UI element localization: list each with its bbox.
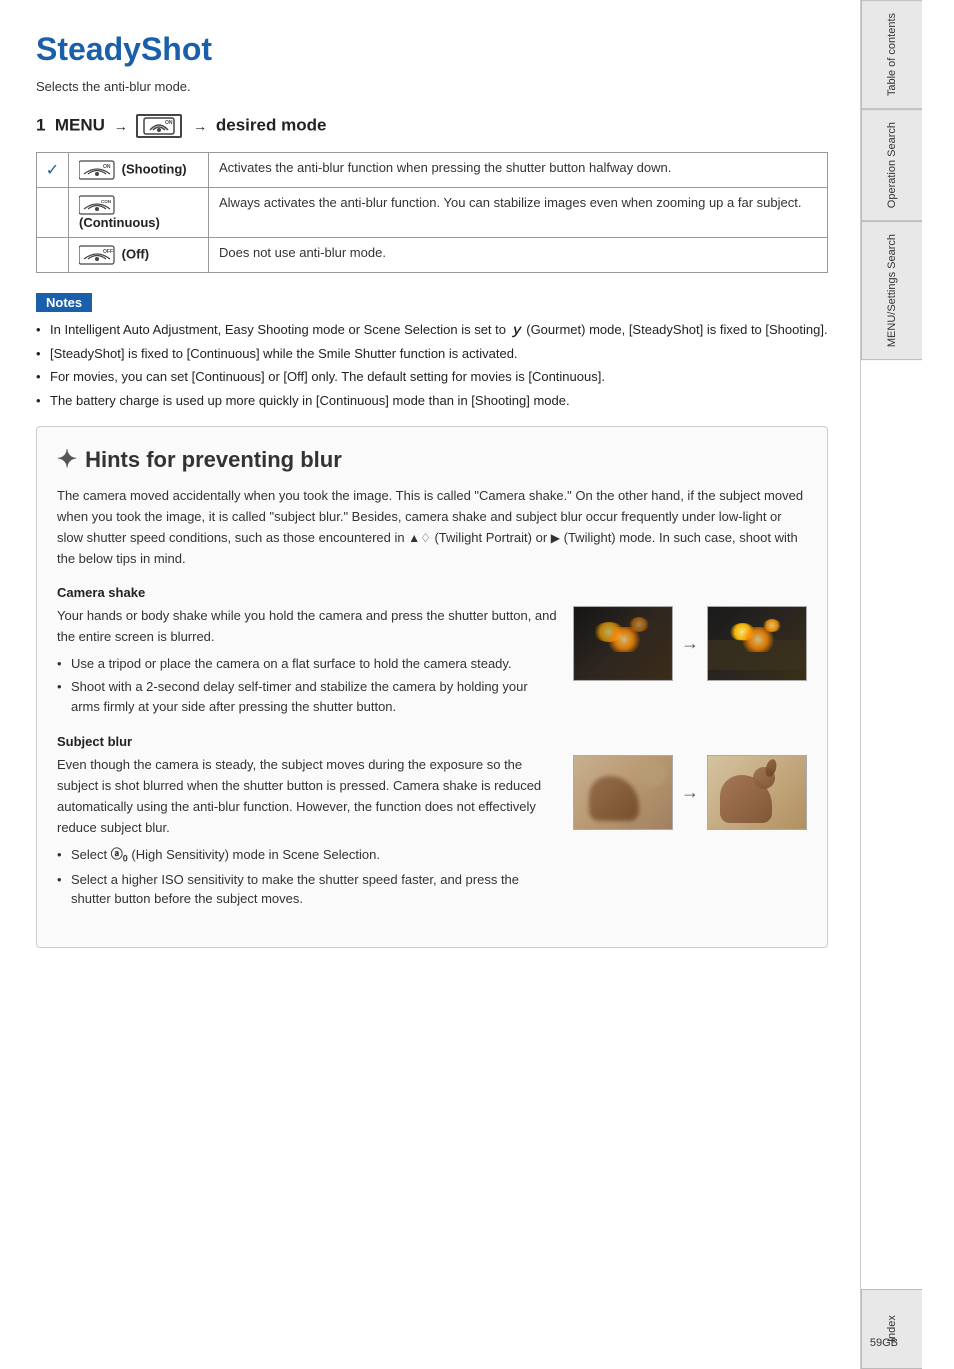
steadyshot-icon: ON [136,114,182,138]
sidebar-tab-toc[interactable]: Table of contents [861,0,922,109]
hints-title: ✦ Hints for preventing blur [57,445,807,474]
notes-item-1: In Intelligent Auto Adjustment, Easy Sho… [36,320,828,340]
sidebar-tab-index[interactable]: Index [861,1289,922,1369]
sidebar-tab-operation[interactable]: Operation Search [861,109,922,221]
page-subtitle: Selects the anti-blur mode. [36,79,828,94]
camera-shake-tips: Use a tripod or place the camera on a fl… [57,654,557,717]
twilight-icon: ▶ [551,531,560,545]
notes-item-4: The battery charge is used up more quick… [36,391,828,411]
subject-blur-text: Even though the camera is steady, the su… [57,755,557,912]
hints-body: The camera moved accidentally when you t… [57,486,807,569]
notes-item-2: [SteadyShot] is fixed to [Continuous] wh… [36,344,828,364]
mode-continuous-label: (Continuous) [79,215,160,230]
table-cell-mode-off: OFF (Off) [69,238,209,273]
table-cell-empty [37,188,69,238]
svg-text:OFF: OFF [103,249,113,255]
subject-clear-image [707,755,807,830]
subject-blur-title: Subject blur [57,734,807,749]
camera-shake-content: Your hands or body shake while you hold … [57,606,807,720]
hints-icon: ✦ [57,445,77,474]
table-cell-desc-continuous: Always activates the anti-blur function.… [209,188,828,238]
mode-table: ✓ ON (Shooting) Activates the anti-blur … [36,152,828,273]
mode-shooting-label: (Shooting) [122,162,187,177]
subject-blur-intro: Even though the camera is steady, the su… [57,755,557,838]
table-row: CON (Continuous) Always activates the an… [37,188,828,238]
subject-blur-tips: Select ⓐ0 (High Sensitivity) mode in Sce… [57,845,557,909]
gourmet-icon: ｙ [510,322,523,337]
camera-shake-clear-image [707,606,807,681]
arrow-icon-2: → [681,782,699,803]
table-cell-empty2 [37,238,69,273]
subject-blur-content: Even though the camera is steady, the su… [57,755,807,912]
camera-shake-images: → [573,606,807,681]
table-row: OFF (Off) Does not use anti-blur mode. [37,238,828,273]
page-suffix: GB [882,1337,898,1349]
menu-path-end: desired mode [216,116,327,135]
camera-shake-tip-1: Use a tripod or place the camera on a fl… [57,654,557,674]
camera-shake-section: Camera shake Your hands or body shake wh… [57,585,807,720]
table-cell-check: ✓ [37,153,69,188]
highsens-icon: ⓐ0 [111,847,128,861]
sidebar-tab-menu[interactable]: MENU/Settings Search [861,221,922,360]
subject-blur-image [573,755,673,830]
table-cell-desc-shooting: Activates the anti-blur function when pr… [209,153,828,188]
main-content: SteadyShot Selects the anti-blur mode. 1… [0,0,860,1369]
check-icon: ✓ [46,162,59,179]
subject-blur-tip-1: Select ⓐ0 (High Sensitivity) mode in Sce… [57,845,557,866]
svg-text:CON: CON [101,199,111,204]
camera-shake-title: Camera shake [57,585,807,600]
subject-blur-images: → [573,755,807,830]
operation-label: Operation Search [885,122,899,208]
notes-section: Notes In Intelligent Auto Adjustment, Ea… [36,293,828,410]
subject-blur-section: Subject blur Even though the camera is s… [57,734,807,912]
table-cell-mode: ON (Shooting) [69,153,209,188]
hints-box: ✦ Hints for preventing blur The camera m… [36,426,828,947]
table-cell-desc-off: Does not use anti-blur mode. [209,238,828,273]
table-cell-mode-continuous: CON (Continuous) [69,188,209,238]
table-row: ✓ ON (Shooting) Activates the anti-blur … [37,153,828,188]
menu-path-heading: 1 MENU → ON → desired mode [36,114,828,138]
camera-shake-tip-2: Shoot with a 2-second delay self-timer a… [57,677,557,716]
page-title: SteadyShot [36,32,828,67]
hints-title-text: Hints for preventing blur [85,447,342,473]
menu-label: MENU/Settings Search [885,234,899,347]
arrow-icon: → [681,633,699,654]
page-number-value: 59 [870,1337,882,1349]
svg-text:ON: ON [165,120,173,126]
subject-blur-tip-2: Select a higher ISO sensitivity to make … [57,870,557,909]
page-number: 59GB [870,1334,898,1349]
svg-text:ON: ON [103,164,111,170]
notes-label: Notes [36,293,92,312]
camera-shake-text: Your hands or body shake while you hold … [57,606,557,720]
menu-path-text: 1 MENU → ON → desired mode [36,114,326,138]
mode-off-label: (Off) [122,247,149,262]
notes-list: In Intelligent Auto Adjustment, Easy Sho… [36,320,828,410]
toc-label: Table of contents [885,13,899,96]
camera-shake-blur-image [573,606,673,681]
right-sidebar: Table of contents Operation Search MENU/… [860,0,922,1369]
portrait-icon: ▲♢ [408,531,431,545]
notes-item-3: For movies, you can set [Continuous] or … [36,367,828,387]
camera-shake-intro: Your hands or body shake while you hold … [57,606,557,648]
